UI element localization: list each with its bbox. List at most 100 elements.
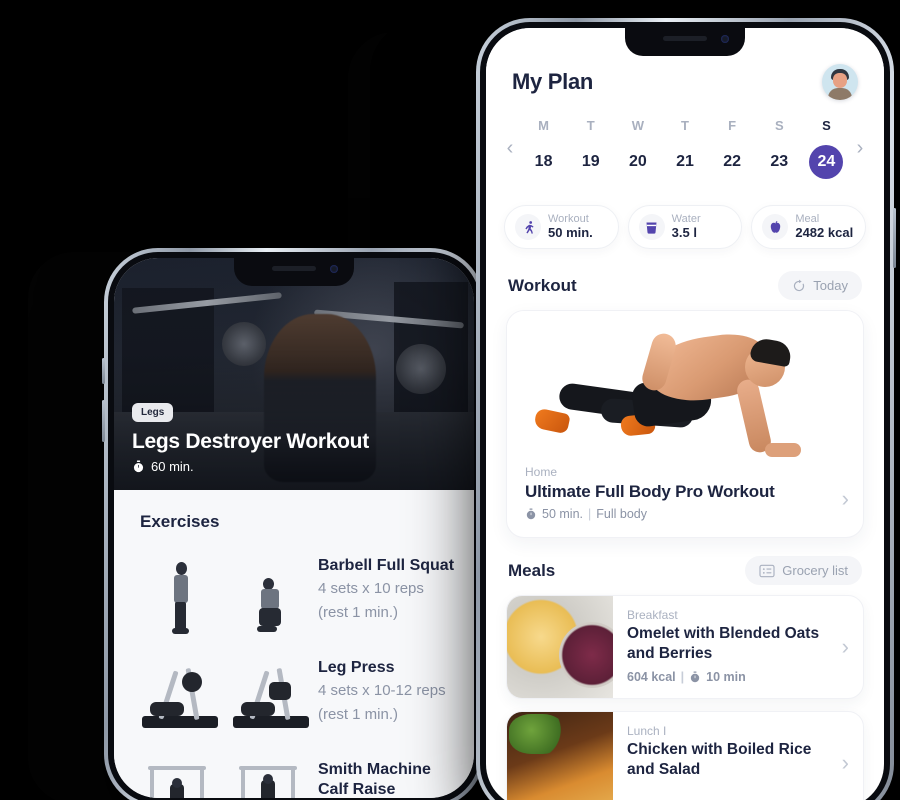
exercise-rest: (rest 1 min.)	[318, 705, 399, 723]
daily-stats-row: Workout 50 min. Water 3.5 l Meal 2482 kc…	[486, 193, 884, 253]
meals-section-header: Meals Grocery list	[486, 538, 884, 595]
meal-card-lunch[interactable]: Lunch I Chicken with Boiled Rice and Sal…	[506, 711, 864, 800]
chevron-right-icon[interactable]: ›	[842, 750, 849, 776]
workout-card-title: Ultimate Full Body Pro Workout	[525, 482, 775, 502]
water-glass-icon	[638, 214, 665, 241]
shoe-icon	[533, 408, 571, 435]
apple-icon	[762, 214, 789, 241]
stat-workout[interactable]: Workout 50 min.	[504, 205, 619, 250]
stopwatch-icon	[690, 671, 700, 682]
volume-up-button[interactable]	[102, 358, 105, 384]
section-title-meals: Meals	[508, 560, 556, 580]
meal-category: Breakfast	[627, 608, 678, 623]
running-icon	[515, 214, 541, 241]
calendar-date[interactable]: 18	[520, 145, 567, 179]
left-phone-device: Legs Legs Destroyer Workout 60 min. Exer…	[102, 248, 484, 800]
exercise-info: Barbell Full Squat 4 sets x 10 reps (res…	[318, 552, 454, 624]
chevron-right-icon[interactable]: ›	[850, 137, 870, 160]
calendar-date-selected[interactable]: 24	[803, 145, 850, 179]
earpiece-speaker	[272, 266, 316, 271]
calendar-date[interactable]: 21	[661, 145, 708, 179]
day-label: W	[631, 118, 644, 133]
workout-duration: 60 min.	[132, 459, 460, 474]
exercise-row[interactable]: Leg Press 4 sets x 10-12 reps (rest 1 mi…	[114, 638, 474, 740]
workout-title: Legs Destroyer Workout	[132, 429, 369, 453]
meal-card-body: Breakfast Omelet with Blended Oats and B…	[613, 596, 863, 698]
workout-section-header: Workout Today	[486, 253, 884, 310]
avatar-face	[833, 73, 847, 88]
power-button[interactable]	[893, 208, 896, 268]
exercise-thumb-smith-b	[229, 756, 312, 798]
day-label: M	[538, 118, 549, 133]
calendar-date[interactable]: 22	[709, 145, 756, 179]
today-button[interactable]: Today	[778, 271, 862, 301]
calendar-date[interactable]: 20	[614, 145, 661, 179]
workout-card-meta: 50 min. | Full body	[525, 507, 845, 521]
right-phone-device: My Plan ‹ M T W T F S S 18 19 20 21 22 2…	[476, 18, 896, 800]
exercise-info: Smith Machine Calf Raise	[318, 756, 431, 798]
hero-content: Legs Legs Destroyer Workout 60 min.	[132, 402, 460, 474]
day-label: T	[586, 118, 595, 133]
chevron-right-icon[interactable]: ›	[842, 486, 849, 512]
meal-card-breakfast[interactable]: Breakfast Omelet with Blended Oats and B…	[506, 595, 864, 700]
exercise-name: Smith Machine	[318, 761, 431, 778]
workout-card-target: Full body	[596, 507, 647, 522]
exercise-sets: 4 sets x 10-12 reps	[318, 682, 446, 699]
front-camera	[330, 265, 338, 273]
chevron-left-icon[interactable]: ‹	[500, 137, 520, 160]
exercise-thumb-legpress-b	[229, 654, 312, 740]
exercise-row[interactable]: Barbell Full Squat 4 sets x 10 reps (res…	[114, 536, 474, 638]
workout-hero-image: Legs Legs Destroyer Workout 60 min.	[114, 258, 474, 490]
meal-card-body: Lunch I Chicken with Boiled Rice and Sal…	[613, 712, 863, 800]
exercise-name-line2: Calf Raise	[318, 781, 396, 798]
exercise-thumb-squat	[229, 552, 312, 638]
duration-text: 60 min.	[151, 459, 194, 474]
exercise-thumbnails	[138, 654, 312, 740]
earpiece-speaker	[663, 36, 707, 41]
exercise-row[interactable]: Smith Machine Calf Raise	[114, 740, 474, 798]
workout-tag-badge: Legs	[132, 402, 174, 422]
selected-date-value: 24	[809, 145, 844, 179]
meal-meta: 604 kcal | 10 min	[627, 670, 833, 684]
grocery-list-label: Grocery list	[782, 563, 848, 579]
volume-down-button[interactable]	[102, 400, 105, 442]
athlete-pushup-illustration	[529, 327, 829, 458]
right-phone-screen: My Plan ‹ M T W T F S S 18 19 20 21 22 2…	[486, 28, 884, 800]
day-label: T	[681, 118, 689, 133]
meal-image-omelet	[507, 596, 613, 699]
day-label-active: S	[822, 118, 831, 133]
exercise-thumb-standing	[138, 552, 221, 638]
phone-notch	[625, 28, 745, 56]
workout-card[interactable]: Home Ultimate Full Body Pro Workout 50 m…	[506, 310, 864, 539]
exercises-heading: Exercises	[140, 512, 220, 531]
meta-separator: |	[680, 669, 685, 684]
meal-calories: 604 kcal	[627, 669, 676, 684]
stat-meal[interactable]: Meal 2482 kcal	[751, 205, 867, 250]
meal-time: 10 min	[706, 669, 746, 684]
exercise-sets: 4 sets x 10 reps	[318, 580, 424, 597]
exercise-thumb-smith-a	[138, 756, 221, 798]
exercise-thumbnails	[138, 756, 312, 798]
avatar[interactable]	[822, 64, 858, 100]
grocery-list-button[interactable]: Grocery list	[745, 556, 862, 586]
stat-water[interactable]: Water 3.5 l	[627, 205, 743, 250]
workout-card-image	[507, 311, 863, 462]
meal-name: Chicken with Boiled Rice and Salad	[627, 741, 812, 779]
chevron-right-icon[interactable]: ›	[842, 634, 849, 660]
calendar-date[interactable]: 23	[756, 145, 803, 179]
workout-card-body: Home Ultimate Full Body Pro Workout 50 m…	[507, 461, 863, 537]
stat-value: 2482 kcal	[795, 225, 854, 241]
meal-name: Omelet with Blended Oats and Berries	[627, 625, 820, 663]
stat-value: 3.5 l	[671, 225, 697, 241]
phone-notch	[234, 258, 354, 286]
day-label: S	[774, 118, 784, 133]
exercise-thumb-legpress-a	[138, 654, 221, 740]
list-icon	[759, 564, 775, 578]
stopwatch-icon	[133, 460, 144, 473]
stat-label: Water	[671, 213, 701, 225]
meal-image-chicken	[507, 712, 613, 800]
day-label: F	[728, 118, 737, 133]
exercise-name: Barbell Full Squat	[318, 557, 455, 574]
calendar-date[interactable]: 19	[567, 145, 614, 179]
left-phone-screen: Legs Legs Destroyer Workout 60 min. Exer…	[114, 258, 474, 798]
